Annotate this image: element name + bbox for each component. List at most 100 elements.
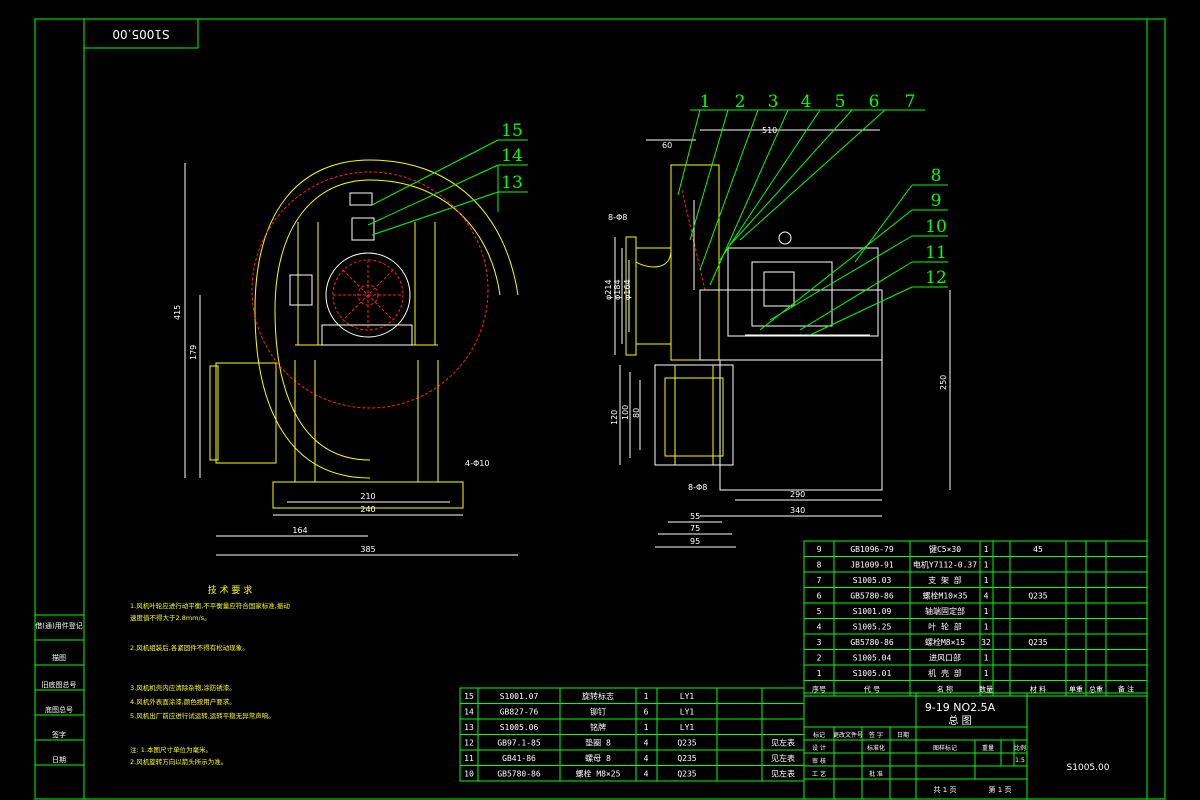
callout-5: 5 [835, 92, 846, 112]
strip-label: 签字 [52, 730, 66, 739]
bom-cell: JB1009-91 [850, 561, 894, 570]
callout-3: 3 [768, 92, 779, 112]
bom-cell: 铭牌 [590, 722, 606, 732]
bom-header: 代 号 [864, 685, 880, 694]
callout-2: 2 [735, 92, 746, 112]
tb-label: 签 字 [869, 731, 883, 739]
bom-cell: 4 [644, 770, 649, 779]
dim-text: 60 [662, 141, 672, 150]
bom-cell: 1 [984, 623, 989, 632]
tb-label: 图样标记 [933, 744, 957, 752]
dim-text: 179 [189, 345, 198, 360]
tb-label: 批 准 [869, 770, 883, 778]
callout-12: 12 [925, 268, 947, 288]
bom-cell: GB827-76 [500, 708, 539, 717]
callout-15: 15 [501, 121, 523, 141]
bom-header: 材 料 [1030, 685, 1046, 694]
dim-text: 240 [360, 505, 375, 514]
bom-cell: Q235 [677, 770, 696, 779]
dim-text: 510 [762, 126, 777, 135]
bom-cell: S1001.09 [853, 607, 892, 616]
bom-cell: 11 [464, 754, 474, 763]
callout-13: 13 [501, 173, 523, 193]
strip-label: 底图总号 [45, 705, 73, 714]
bom-cell: Q235 [677, 754, 696, 763]
tech-line: 1.风机叶轮应进行动平衡,不平衡量应符合国家标准,振动 [130, 601, 290, 610]
tb-label: 标准化 [867, 744, 885, 752]
bom-cell: 45 [1033, 545, 1043, 554]
bom-cell: 6 [817, 592, 822, 601]
tb-label: 工 艺 [812, 770, 826, 778]
strip-label: 旧底图总号 [42, 680, 77, 689]
bom-cell: 支 架 部 [928, 575, 962, 585]
bom-cell: 1 [817, 669, 822, 678]
bom-cell: S1005.06 [500, 723, 539, 732]
dim-text: 100 [621, 405, 630, 420]
strip-label: 借(通)用件登记 [35, 621, 82, 630]
drawing-subtitle: 总 图 [948, 714, 971, 727]
volute-outer [254, 159, 519, 479]
dim-text: 55 [690, 512, 700, 521]
bom-cell: 4 [817, 623, 822, 632]
tb-label: 标记 [813, 731, 825, 739]
bom-cell: 铆钉 [590, 707, 606, 717]
tech-line: 2.风机旋转方向以箭头所示为准。 [130, 757, 227, 766]
bom-cell: Q235 [1028, 592, 1047, 601]
bom-cell: 1 [984, 561, 989, 570]
callout-6: 6 [869, 92, 880, 112]
tb-label: 更改文件号 [833, 731, 863, 739]
bom-cell: 32 [981, 638, 991, 647]
dim-text: 8-Φ8 [688, 483, 707, 492]
outer-frame [34, 18, 1166, 800]
bom-cell: GB5780-86 [850, 592, 894, 601]
bom-header: 数量 [979, 685, 993, 694]
bom-header: 备 注 [1118, 685, 1134, 694]
tb-label: 重量 [982, 744, 994, 752]
bom-cell: 进风口部 [929, 653, 961, 663]
callout-4: 4 [801, 92, 812, 112]
tech-line: 4.风机外表面涂漆,颜色按用户要求。 [130, 697, 236, 706]
bom-cell: S1001.07 [500, 692, 539, 701]
strip-label: 描图 [52, 653, 66, 662]
tech-requirements: 技 术 要 求 1.风机叶轮应进行动平衡,不平衡量应符合国家标准,振动 速度值不… [130, 584, 290, 766]
bom-cell: S1005.04 [853, 654, 892, 663]
strip-label: 日期 [52, 756, 66, 764]
side-view: 60 510 φ214 φ184 φ164 8-Φ8 120 100 80 25… [604, 92, 951, 548]
bom-cell: LY1 [680, 723, 695, 732]
bom-upper-table: 9 GB1096-79 键C5×30 1 458 JB1009-91 电机Y7112-0.3… [803, 540, 1148, 697]
bom-cell: S1005.25 [853, 623, 892, 632]
tech-line: 注: 1.本图尺寸单位为毫米。 [130, 745, 212, 754]
bom-cell: 螺母 8 [585, 753, 611, 763]
dim-text: 120 [610, 410, 619, 425]
bom-cell: 螺栓 M8×25 [576, 769, 621, 779]
bom-cell: 1 [984, 669, 989, 678]
sheet-index: 第 1 页 [989, 785, 1012, 794]
bom-cell: Q235 [1028, 638, 1047, 647]
callout-14: 14 [501, 146, 523, 166]
bom-cell: 1 [984, 607, 989, 616]
bom-cell: 见左表 [771, 738, 795, 748]
title-block: 9-19 NO2.5A 总 图 S1005.00 1:5 共 1 页 第 1 页… [803, 692, 1148, 800]
bom-cell: 5 [817, 607, 822, 616]
dim-text: 290 [790, 490, 805, 499]
tech-heading: 技 术 要 求 [208, 584, 253, 596]
dim-text: 75 [690, 524, 700, 533]
bom-cell: GB1096-79 [850, 545, 894, 554]
bom-cell: 3 [817, 638, 822, 647]
dim-text: 80 [632, 408, 641, 418]
bom-cell: LY1 [680, 708, 695, 717]
bom-cell: 螺栓M10×35 [923, 591, 968, 601]
callout-1: 1 [700, 92, 711, 112]
bom-cell: 13 [464, 723, 474, 732]
tech-line: 3.风机机壳内应清除杂物,涂防锈漆。 [130, 683, 236, 692]
bom-cell: 4 [984, 592, 989, 601]
callout-7: 7 [905, 92, 916, 112]
drawing-number: S1005.00 [1067, 763, 1110, 773]
bom-cell: Q235 [677, 739, 696, 748]
bom-cell: 14 [464, 708, 474, 717]
bom-header: 序号 [812, 685, 826, 694]
callout-9: 9 [931, 191, 942, 211]
bom-cell: S1005.01 [853, 669, 892, 678]
bom-cell: 垫圈 8 [585, 738, 611, 748]
bom-cell: 4 [644, 739, 649, 748]
